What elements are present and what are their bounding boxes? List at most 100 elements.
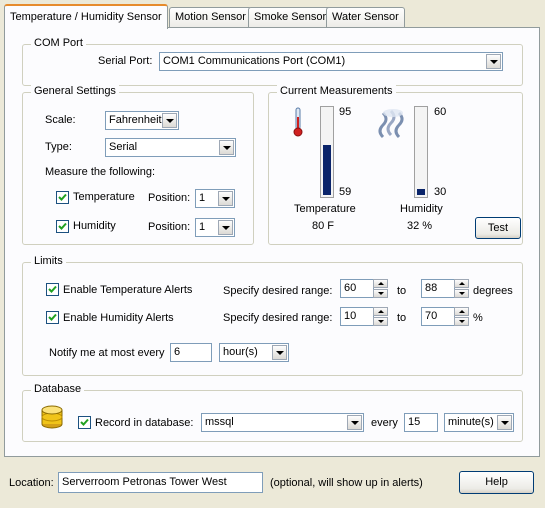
location-label: Location: xyxy=(9,477,54,489)
com-port-title: COM Port xyxy=(31,37,86,49)
humidity-unit: % xyxy=(473,312,483,324)
humidity-range-label: Specify desired range: xyxy=(223,312,333,324)
checkmark-icon xyxy=(48,285,57,293)
tab-temperature-humidity[interactable]: Temperature / Humidity Sensor xyxy=(4,4,168,29)
spin-down-icon[interactable] xyxy=(454,289,469,298)
spin-down-icon[interactable] xyxy=(373,317,388,326)
temperature-caption: Temperature xyxy=(294,203,356,215)
checkmark-icon xyxy=(80,418,89,426)
location-hint: (optional, will show up in alerts) xyxy=(270,477,423,489)
temperature-min-label: 59 xyxy=(339,186,352,198)
humidity-max-spinner[interactable] xyxy=(454,307,469,326)
every-interval-value: 15 xyxy=(408,416,421,428)
scale-label: Scale: xyxy=(45,114,76,126)
humidity-min-spinner[interactable] xyxy=(373,307,388,326)
humidity-min-label: 30 xyxy=(434,186,447,198)
humidity-max-value: 70 xyxy=(425,310,438,322)
temperature-max-spinner[interactable] xyxy=(454,279,469,298)
temperature-checkbox[interactable] xyxy=(56,191,69,204)
current-measurements-title: Current Measurements xyxy=(277,85,396,97)
chevron-down-icon[interactable] xyxy=(486,54,501,69)
temperature-unit: degrees xyxy=(473,285,513,297)
temperature-position-value: 1 xyxy=(199,192,206,204)
test-button[interactable]: Test xyxy=(475,217,521,239)
checkmark-icon xyxy=(58,193,67,201)
tab-water-sensor[interactable]: Water Sensor xyxy=(326,7,405,28)
database-group: Database Record in database: mssql every… xyxy=(22,383,523,442)
humidity-alerts-label: Enable Humidity Alerts xyxy=(63,312,174,324)
limits-group: Limits Enable Temperature Alerts Specify… xyxy=(22,255,523,376)
spin-up-icon[interactable] xyxy=(373,279,388,288)
humidity-max-input[interactable]: 70 xyxy=(421,307,455,326)
type-value: Serial xyxy=(109,141,138,153)
temperature-gauge-fill xyxy=(323,145,331,195)
spin-up-icon[interactable] xyxy=(373,307,388,316)
temperature-max-label: 95 xyxy=(339,106,352,118)
tab-label: Smoke Sensor xyxy=(254,11,327,23)
temperature-position-select[interactable]: 1 xyxy=(195,189,235,208)
notify-unit-select[interactable]: hour(s) xyxy=(219,343,289,362)
notify-interval-input[interactable]: 6 xyxy=(170,343,212,362)
thermometer-icon xyxy=(293,107,303,137)
limits-title: Limits xyxy=(31,255,66,267)
humidity-checkbox-label: Humidity xyxy=(73,220,116,232)
temperature-min-value: 60 xyxy=(344,282,357,294)
record-database-label: Record in database: xyxy=(95,417,194,429)
temperature-position-label: Position: xyxy=(148,192,191,204)
tab-label: Water Sensor xyxy=(332,11,399,23)
humidity-value: 32 % xyxy=(407,220,433,232)
database-title: Database xyxy=(31,383,85,395)
every-unit-value: minute(s) xyxy=(448,416,494,428)
temperature-min-input[interactable]: 60 xyxy=(340,279,374,298)
spin-down-icon[interactable] xyxy=(373,289,388,298)
measure-label: Measure the following: xyxy=(45,166,156,178)
chevron-down-icon[interactable] xyxy=(219,140,234,155)
chevron-down-icon[interactable] xyxy=(347,415,362,430)
temperature-alerts-checkbox[interactable] xyxy=(46,283,59,296)
tab-label: Temperature / Humidity Sensor xyxy=(10,11,162,23)
temperature-alerts-label: Enable Temperature Alerts xyxy=(63,284,193,296)
chevron-down-icon[interactable] xyxy=(272,345,287,360)
temperature-min-spinner[interactable] xyxy=(373,279,388,298)
humidity-min-input[interactable]: 10 xyxy=(340,307,374,326)
notify-label: Notify me at most every xyxy=(49,347,165,359)
humidity-alerts-checkbox[interactable] xyxy=(46,311,59,324)
every-label: every xyxy=(371,417,398,429)
com-port-group: COM Port Serial Port: COM1 Communication… xyxy=(22,37,523,86)
chevron-down-icon[interactable] xyxy=(497,415,512,430)
temperature-gauge xyxy=(320,106,334,198)
temperature-max-value: 88 xyxy=(425,282,438,294)
every-interval-input[interactable]: 15 xyxy=(404,413,438,432)
database-icon xyxy=(41,405,63,429)
humidity-to-label: to xyxy=(397,312,407,324)
scale-value: Fahrenheit xyxy=(109,114,162,126)
humidity-position-select[interactable]: 1 xyxy=(195,218,235,237)
temperature-checkbox-label: Temperature xyxy=(73,191,135,203)
spin-down-icon[interactable] xyxy=(454,317,469,326)
spin-up-icon[interactable] xyxy=(454,279,469,288)
tab-smoke-sensor[interactable]: Smoke Sensor xyxy=(248,7,333,28)
checkmark-icon xyxy=(48,313,57,321)
chevron-down-icon[interactable] xyxy=(218,191,233,206)
location-input[interactable]: Serverroom Petronas Tower West xyxy=(58,472,263,493)
general-settings-group: General Settings Scale: Fahrenheit Type:… xyxy=(22,85,254,245)
type-select[interactable]: Serial xyxy=(105,138,236,157)
chevron-down-icon[interactable] xyxy=(162,113,177,128)
temperature-to-label: to xyxy=(397,285,407,297)
humidity-checkbox[interactable] xyxy=(56,220,69,233)
location-value: Serverroom Petronas Tower West xyxy=(62,476,227,488)
humidity-gauge-fill xyxy=(417,188,425,195)
every-unit-select[interactable]: minute(s) xyxy=(444,413,514,432)
temperature-max-input[interactable]: 88 xyxy=(421,279,455,298)
sensor-tabs: Temperature / Humidity Sensor Motion Sen… xyxy=(4,4,544,29)
chevron-down-icon[interactable] xyxy=(218,220,233,235)
current-measurements-group: Current Measurements 95 59 Temperature 8… xyxy=(268,85,523,245)
help-button[interactable]: Help xyxy=(459,471,534,494)
tab-motion-sensor[interactable]: Motion Sensor xyxy=(169,7,252,28)
record-database-checkbox[interactable] xyxy=(78,416,91,429)
spin-up-icon[interactable] xyxy=(454,307,469,316)
humidity-position-value: 1 xyxy=(199,221,206,233)
scale-select[interactable]: Fahrenheit xyxy=(105,111,179,130)
database-select[interactable]: mssql xyxy=(201,413,364,432)
serial-port-select[interactable]: COM1 Communications Port (COM1) xyxy=(159,52,503,71)
